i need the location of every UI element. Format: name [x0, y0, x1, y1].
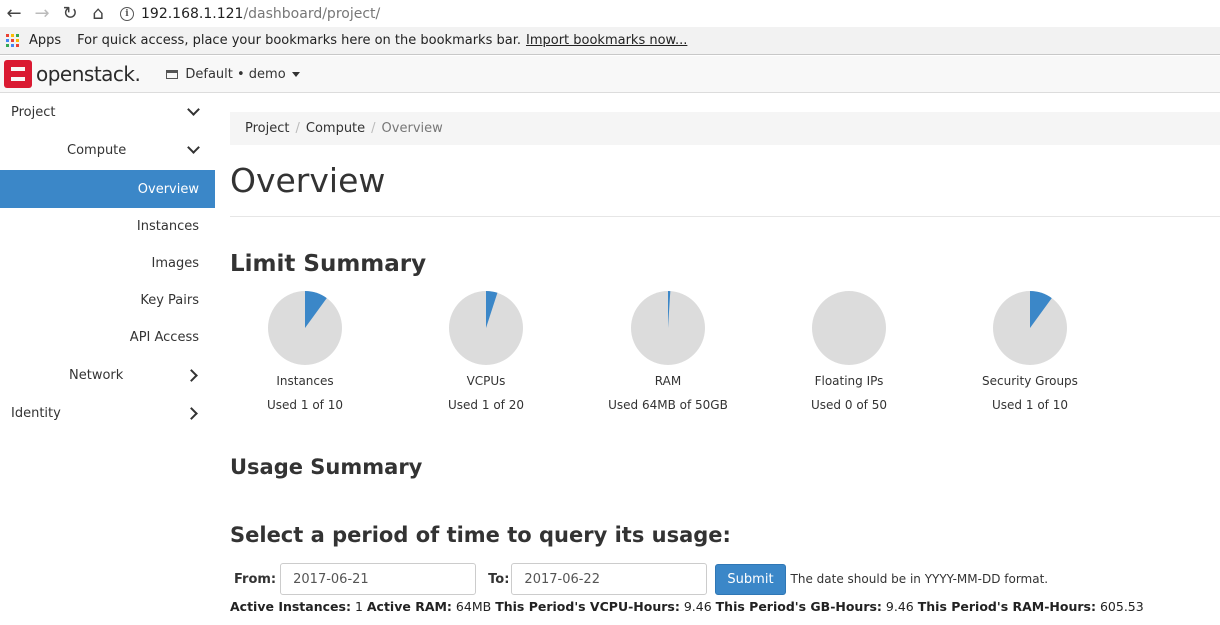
- sidebar-item-label: Compute: [67, 142, 127, 158]
- info-icon[interactable]: i: [120, 6, 134, 21]
- from-label: From:: [234, 571, 277, 587]
- page-title: Overview: [230, 161, 386, 200]
- home-icon[interactable]: ⌂: [84, 0, 112, 27]
- usage-summary-heading: Usage Summary: [230, 455, 423, 479]
- pie-chart: [993, 291, 1067, 365]
- project-picker[interactable]: Default • demo: [166, 66, 300, 82]
- pie-chart: [268, 291, 342, 365]
- import-bookmarks-link[interactable]: Import bookmarks now...: [526, 33, 687, 48]
- from-date-input[interactable]: [280, 563, 477, 595]
- pie-free-slice: [812, 291, 886, 365]
- chevron-right-icon: [187, 407, 199, 419]
- breadcrumb-compute[interactable]: Compute: [306, 121, 365, 136]
- sidebar-item-images[interactable]: Images: [0, 244, 215, 282]
- chevron-down-icon: [187, 144, 199, 156]
- sidebar-item-instances[interactable]: Instances: [0, 207, 215, 245]
- limit-chart-instances: Instances Used 1 of 10: [225, 290, 385, 412]
- breadcrumb-overview: Overview: [381, 121, 443, 136]
- to-date-input[interactable]: [511, 563, 708, 595]
- pie-chart: [449, 291, 523, 365]
- limit-chart-security-groups: Security Groups Used 1 of 10: [950, 290, 1110, 412]
- sidebar-item-identity[interactable]: Identity: [0, 394, 215, 432]
- vcpu-hours-value: 9.46: [683, 599, 712, 614]
- browser-toolbar: ← → ↻ ⌂ i 192.168.1.121/dashboard/projec…: [0, 0, 1220, 27]
- pie-chart: [631, 291, 705, 365]
- breadcrumb-separator: /: [371, 121, 376, 136]
- limit-chart-label: Floating IPs: [814, 374, 884, 388]
- reload-icon[interactable]: ↻: [56, 0, 84, 27]
- submit-button[interactable]: Submit: [715, 563, 786, 595]
- limit-summary-heading: Limit Summary: [230, 251, 427, 277]
- ram-hours-value: 605.53: [1099, 599, 1144, 614]
- sidebar-item-api-access[interactable]: API Access: [0, 318, 215, 356]
- sidebar-item-overview[interactable]: Overview: [0, 170, 215, 208]
- active-ram-value: 64MB: [455, 599, 492, 614]
- limit-chart-label: Instances: [276, 374, 334, 388]
- active-ram-label: Active RAM:: [366, 599, 452, 614]
- project-icon: [166, 69, 179, 79]
- limit-chart-used: Used 1 of 10: [992, 398, 1068, 412]
- pie-chart: [812, 291, 886, 365]
- sidebar-item-label: API Access: [129, 329, 199, 345]
- limit-chart-used: Used 1 of 20: [448, 398, 524, 412]
- limit-chart-used: Used 1 of 10: [267, 398, 343, 412]
- apps-grid-icon[interactable]: [6, 33, 20, 48]
- usage-stats: Active Instances: 1 Active RAM: 64MB Thi…: [230, 599, 1144, 614]
- breadcrumb: Project / Compute / Overview: [230, 112, 1220, 145]
- openstack-logo[interactable]: openstack.: [4, 60, 141, 88]
- divider: [230, 216, 1220, 217]
- sidebar-item-network[interactable]: Network: [0, 356, 215, 394]
- period-heading: Select a period of time to query its usa…: [230, 523, 731, 547]
- main-content: Project / Compute / Overview Overview Li…: [230, 93, 1220, 625]
- active-instances-label: Active Instances:: [230, 599, 351, 614]
- gb-hours-label: This Period's GB-Hours:: [715, 599, 882, 614]
- limit-chart-label: Security Groups: [982, 374, 1078, 388]
- project-picker-label: Default • demo: [185, 66, 286, 82]
- limit-chart-label: RAM: [654, 374, 682, 388]
- sidebar: Project Compute Overview Instances Image…: [0, 93, 215, 625]
- limit-chart-ram: RAM Used 64MB of 50GB: [588, 290, 748, 412]
- address-bar[interactable]: i 192.168.1.121/dashboard/project/: [120, 2, 1215, 25]
- chevron-right-icon: [187, 369, 199, 381]
- chevron-down-icon: [187, 106, 199, 118]
- bookmarks-bar: Apps For quick access, place your bookma…: [0, 27, 1220, 55]
- to-label: To:: [488, 571, 510, 587]
- active-instances-value: 1: [354, 599, 363, 614]
- ram-hours-label: This Period's RAM-Hours:: [917, 599, 1096, 614]
- top-navbar: openstack. Default • demo: [0, 56, 1220, 93]
- sidebar-item-compute[interactable]: Compute: [0, 131, 215, 169]
- url-host: 192.168.1.121: [141, 5, 244, 22]
- sidebar-item-label: Key Pairs: [140, 292, 199, 308]
- sidebar-item-label: Network: [69, 367, 124, 383]
- date-format-hint: The date should be in YYYY-MM-DD format.: [790, 572, 1049, 586]
- limit-chart-floating-ips: Floating IPs Used 0 of 50: [769, 290, 929, 412]
- limit-chart-used: Used 64MB of 50GB: [608, 398, 728, 412]
- gb-hours-value: 9.46: [885, 599, 914, 614]
- logo-text: openstack.: [36, 62, 141, 86]
- sidebar-item-label: Project: [11, 104, 56, 120]
- back-arrow-icon[interactable]: ←: [0, 0, 28, 27]
- limit-chart-used: Used 0 of 50: [811, 398, 887, 412]
- vcpu-hours-label: This Period's VCPU-Hours:: [495, 599, 680, 614]
- sidebar-item-label: Overview: [137, 181, 199, 197]
- sidebar-item-label: Instances: [136, 218, 199, 234]
- openstack-logo-icon: [4, 60, 32, 88]
- breadcrumb-project[interactable]: Project: [245, 121, 289, 136]
- sidebar-item-label: Images: [151, 255, 200, 271]
- limit-chart-label: VCPUs: [466, 374, 506, 388]
- limit-chart-vcpus: VCPUs Used 1 of 20: [406, 290, 566, 412]
- caret-down-icon: [291, 71, 300, 77]
- sidebar-item-key-pairs[interactable]: Key Pairs: [0, 281, 215, 319]
- date-range-form: From: To: Submit The date should be in Y…: [230, 562, 1220, 596]
- url-path: /dashboard/project/: [243, 5, 381, 22]
- sidebar-item-project[interactable]: Project: [0, 93, 215, 131]
- breadcrumb-separator: /: [295, 121, 300, 136]
- sidebar-item-label: Identity: [11, 405, 61, 421]
- forward-arrow-icon[interactable]: →: [28, 0, 56, 27]
- apps-shortcut[interactable]: Apps: [29, 33, 61, 48]
- bookmarks-hint: For quick access, place your bookmarks h…: [77, 33, 521, 48]
